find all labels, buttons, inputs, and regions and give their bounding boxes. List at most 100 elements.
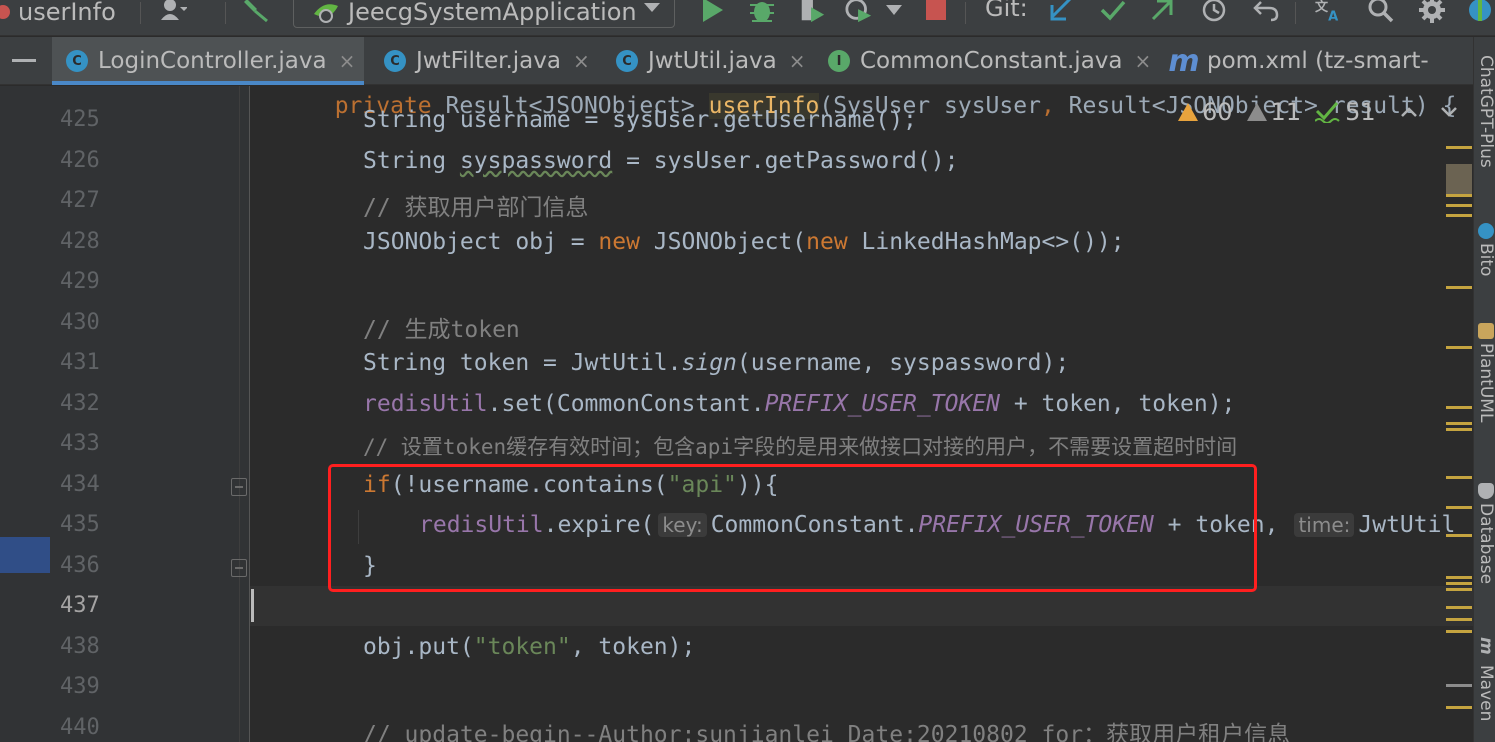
code-line-432: redisUtil.set(CommonConstant.PREFIX_USER… xyxy=(363,391,1235,417)
right-tool-window-strip: ChatGPT-Plus Bito PlantUML Database m Ma… xyxy=(1473,37,1495,742)
warning-marker[interactable] xyxy=(1446,346,1472,349)
tool-window-bito[interactable]: Bito xyxy=(1476,243,1495,276)
fold-marker-icon[interactable] xyxy=(231,478,247,496)
translate-icon[interactable]: 文A xyxy=(1315,0,1343,24)
selected-tree-row[interactable] xyxy=(0,537,50,573)
tab-label: LoginController.java xyxy=(98,48,327,74)
fold-marker-icon[interactable] xyxy=(231,559,247,577)
stop-icon[interactable] xyxy=(922,0,950,24)
history-icon[interactable] xyxy=(1200,0,1228,24)
build-hammer-icon[interactable] xyxy=(243,0,271,24)
more-run-options-icon[interactable] xyxy=(880,0,908,24)
code-token: String xyxy=(363,148,460,174)
code-token: PREFIX_USER_TOKEN xyxy=(764,391,1000,417)
warning-marker[interactable] xyxy=(1446,214,1472,217)
toolbar-separator xyxy=(225,2,226,24)
run-configuration-label: JeecgSystemApplication xyxy=(348,0,637,26)
warnings-count[interactable]: 60 xyxy=(1178,98,1233,126)
code-line-426: String syspassword = sysUser.getPassword… xyxy=(363,148,958,174)
code-token: Date:20210802 for：获取用户租户信息 xyxy=(833,722,1291,742)
profiler-icon[interactable] xyxy=(845,0,873,24)
gear-icon[interactable] xyxy=(1418,0,1446,24)
code-token: new xyxy=(806,229,848,255)
code-token: obj.put( xyxy=(363,634,474,660)
warning-marker[interactable] xyxy=(1446,146,1472,149)
typos-count[interactable]: 51 xyxy=(1315,98,1376,126)
weak-warning-marker[interactable] xyxy=(1446,684,1472,687)
line-number: 436 xyxy=(60,553,100,578)
typo-check-icon xyxy=(1315,102,1340,123)
warning-marker[interactable] xyxy=(1446,618,1472,621)
parameter-hint: time: xyxy=(1294,513,1355,537)
svg-text:文: 文 xyxy=(1315,0,1329,15)
warning-marker[interactable] xyxy=(1446,630,1472,633)
scroll-thumb[interactable] xyxy=(1446,164,1472,194)
warning-marker[interactable] xyxy=(1446,576,1472,579)
line-number: 426 xyxy=(60,148,100,173)
project-breadcrumb[interactable]: userInfo xyxy=(0,0,116,26)
warning-marker[interactable] xyxy=(1446,422,1472,425)
tool-window-database[interactable]: Database xyxy=(1476,503,1495,584)
tool-window-chatgpt-plus[interactable]: ChatGPT-Plus xyxy=(1476,55,1495,168)
code-line-425: String username = sysUser.getUsername(); xyxy=(363,107,917,133)
code-token: , xyxy=(1040,93,1069,119)
code-token: = sysUser.getPassword(); xyxy=(612,148,959,174)
highlight-annotation-box xyxy=(328,464,1257,592)
warning-marker[interactable] xyxy=(1446,428,1472,431)
debug-icon[interactable] xyxy=(748,0,776,24)
weak-warnings-count[interactable]: 11 xyxy=(1246,98,1301,126)
typos-value: 51 xyxy=(1345,98,1376,126)
weak-warning-icon xyxy=(1246,103,1267,121)
run-configuration-select[interactable]: JeecgSystemApplication xyxy=(293,0,675,28)
warning-marker[interactable] xyxy=(1446,582,1472,585)
svg-text:A: A xyxy=(1328,9,1339,23)
git-push-icon[interactable] xyxy=(1148,0,1176,24)
inspection-widget[interactable]: 60 11 51 xyxy=(1178,96,1458,128)
warning-marker[interactable] xyxy=(1446,406,1472,409)
database-icon xyxy=(1478,483,1494,499)
plantuml-icon xyxy=(1478,323,1494,339)
run-with-coverage-icon[interactable] xyxy=(798,0,826,24)
plugin-logo-icon[interactable] xyxy=(1466,0,1494,24)
line-number: 425 xyxy=(60,107,100,132)
tool-window-plantuml[interactable]: PlantUML xyxy=(1476,343,1495,422)
warning-marker[interactable] xyxy=(1446,534,1472,537)
code-token: String token = JwtUtil. xyxy=(363,350,682,376)
code-token: + token, token); xyxy=(999,391,1236,417)
warning-marker[interactable] xyxy=(1446,476,1472,479)
git-update-icon[interactable] xyxy=(1047,0,1075,24)
code-line-430: // 生成token xyxy=(363,317,520,343)
line-number-current: 437 xyxy=(60,593,100,618)
rollback-icon[interactable] xyxy=(1252,0,1280,24)
tool-window-maven[interactable]: Maven xyxy=(1476,665,1495,721)
warning-marker[interactable] xyxy=(1446,204,1472,207)
search-icon[interactable] xyxy=(1367,0,1395,24)
fold-guide-line xyxy=(239,86,240,742)
warning-marker[interactable] xyxy=(1446,506,1472,509)
warning-marker[interactable] xyxy=(1446,588,1472,591)
run-icon[interactable] xyxy=(698,0,726,24)
previous-problem-icon[interactable] xyxy=(1400,106,1418,118)
line-number: 428 xyxy=(60,229,100,254)
error-stripe[interactable] xyxy=(1440,86,1473,742)
git-commit-icon[interactable] xyxy=(1099,0,1127,24)
warning-marker[interactable] xyxy=(1446,194,1472,197)
code-token: LinkedHashMap<>()); xyxy=(847,229,1125,255)
project-name: userInfo xyxy=(18,0,116,26)
line-number: 434 xyxy=(60,472,100,497)
line-number: 427 xyxy=(60,188,100,213)
line-number: 435 xyxy=(60,512,100,537)
line-number: 439 xyxy=(60,674,100,699)
line-number: 440 xyxy=(60,715,100,740)
line-number: 438 xyxy=(60,634,100,659)
code-token: JSONObject obj = xyxy=(363,229,599,255)
warning-marker[interactable] xyxy=(1446,706,1472,709)
code-token: .set(CommonConstant. xyxy=(487,391,765,417)
warning-marker[interactable] xyxy=(1446,286,1472,289)
user-icon[interactable] xyxy=(160,0,188,24)
warning-marker[interactable] xyxy=(1446,606,1472,609)
tab-list-menu-icon[interactable] xyxy=(12,59,36,62)
code-token: , token); xyxy=(570,634,696,660)
warning-icon xyxy=(1178,103,1198,121)
code-token: // update-begin--Author: xyxy=(363,722,696,742)
